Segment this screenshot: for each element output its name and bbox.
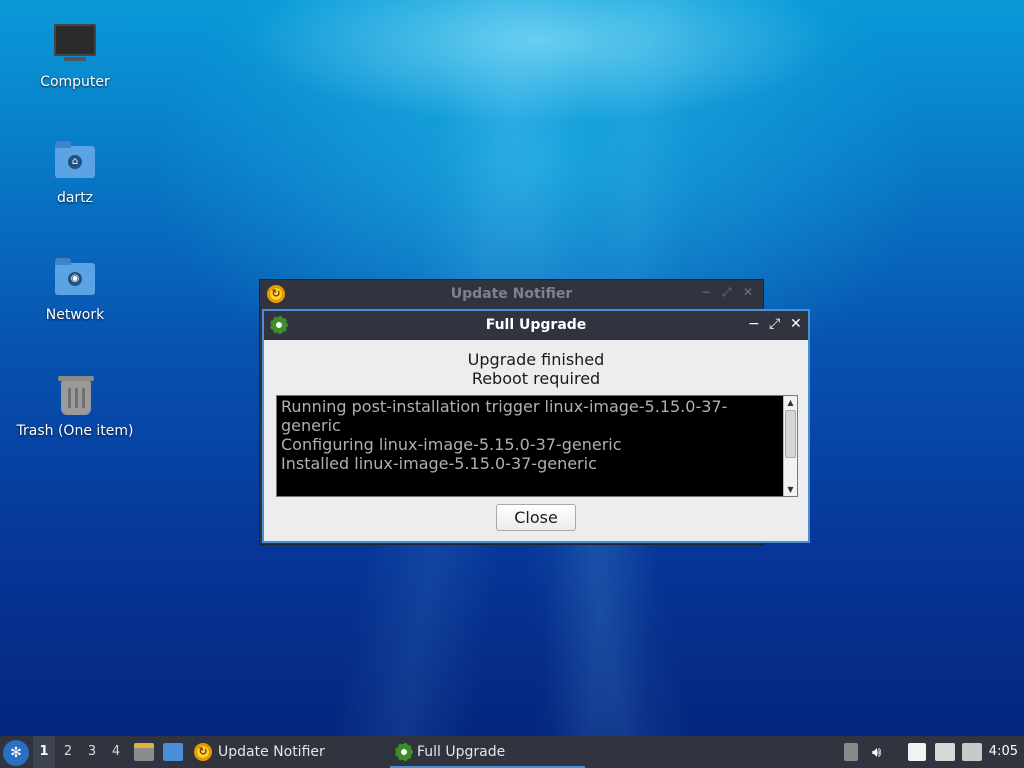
trash-icon [53, 373, 97, 417]
window-title: Update Notifier [450, 286, 573, 302]
file-manager-icon[interactable] [134, 743, 154, 761]
workspace-1[interactable]: 1 [33, 736, 55, 768]
gear-icon [395, 743, 413, 761]
close-window-button[interactable]: ✕ [743, 285, 753, 299]
close-button[interactable]: Close [496, 504, 576, 531]
task-full-upgrade[interactable]: Full Upgrade [390, 736, 585, 768]
computer-icon [53, 24, 97, 68]
task-label: Update Notifier [218, 744, 325, 760]
desktop-icon-trash[interactable]: Trash (One item) [0, 373, 150, 439]
reboot-message: Reboot required [471, 369, 601, 388]
scroll-down-icon[interactable]: ▼ [784, 483, 797, 496]
full-upgrade-window[interactable]: Full Upgrade − ⤢ ✕ Upgrade finished Rebo… [262, 309, 810, 543]
workspace-3[interactable]: 3 [81, 736, 103, 768]
log-line: Configuring linux-image-5.15.0-37-generi… [281, 435, 622, 454]
full-upgrade-titlebar[interactable]: Full Upgrade − ⤢ ✕ [264, 311, 808, 340]
task-update-notifier[interactable]: ↻ Update Notifier [194, 736, 384, 768]
log-line: generic [281, 416, 341, 435]
home-folder-icon: ⌂ [53, 140, 97, 184]
status-message: Upgrade finished [467, 350, 605, 369]
log-line: Installed linux-image-5.15.0-37-generic [281, 454, 597, 473]
desktop-icon-computer[interactable]: Computer [0, 24, 150, 90]
maximize-button[interactable]: ⤢ [769, 316, 780, 332]
log-output[interactable]: Running post-installation trigger linux-… [276, 395, 798, 497]
update-notifier-titlebar[interactable]: ↻ Update Notifier − ⤢ ✕ [260, 280, 763, 309]
update-notifier-icon: ↻ [194, 743, 212, 761]
task-label: Full Upgrade [417, 744, 506, 760]
scrollbar-thumb[interactable] [785, 410, 796, 458]
update-available-icon[interactable] [962, 743, 982, 761]
desktop-icon-label: dartz [56, 190, 94, 206]
log-scrollbar[interactable]: ▲ ▼ [783, 396, 797, 496]
eject-icon[interactable] [844, 743, 858, 761]
desktop-icon-label: Trash (One item) [16, 423, 134, 439]
clipboard-icon[interactable] [908, 743, 926, 761]
show-desktop-icon[interactable] [163, 743, 183, 761]
clock[interactable]: 4:05 [989, 736, 1018, 768]
network-folder-icon: ◉ [53, 257, 97, 301]
workspace-4[interactable]: 4 [105, 736, 127, 768]
desktop-icon-label: Computer [40, 74, 110, 90]
taskbar: ✻ 1 2 3 4 ↻ Update Notifier Full Upgrade… [0, 736, 1024, 768]
start-menu-icon[interactable]: ✻ [3, 740, 29, 766]
workspace-2[interactable]: 2 [57, 736, 79, 768]
maximize-button[interactable]: ⤢ [722, 285, 732, 300]
volume-icon[interactable]: 🔊︎ [872, 743, 881, 761]
desktop-icon-network[interactable]: ◉ Network [0, 257, 150, 323]
desktop-icon-home-folder[interactable]: ⌂ dartz [0, 140, 150, 206]
minimize-button[interactable]: − [701, 285, 711, 299]
minimize-button[interactable]: − [748, 316, 760, 332]
network-icon[interactable] [935, 743, 955, 761]
window-title: Full Upgrade [485, 317, 587, 333]
scroll-up-icon[interactable]: ▲ [784, 396, 797, 409]
log-line: Running post-installation trigger linux-… [281, 397, 728, 416]
desktop-icon-label: Network [45, 307, 105, 323]
close-window-button[interactable]: ✕ [790, 316, 802, 332]
